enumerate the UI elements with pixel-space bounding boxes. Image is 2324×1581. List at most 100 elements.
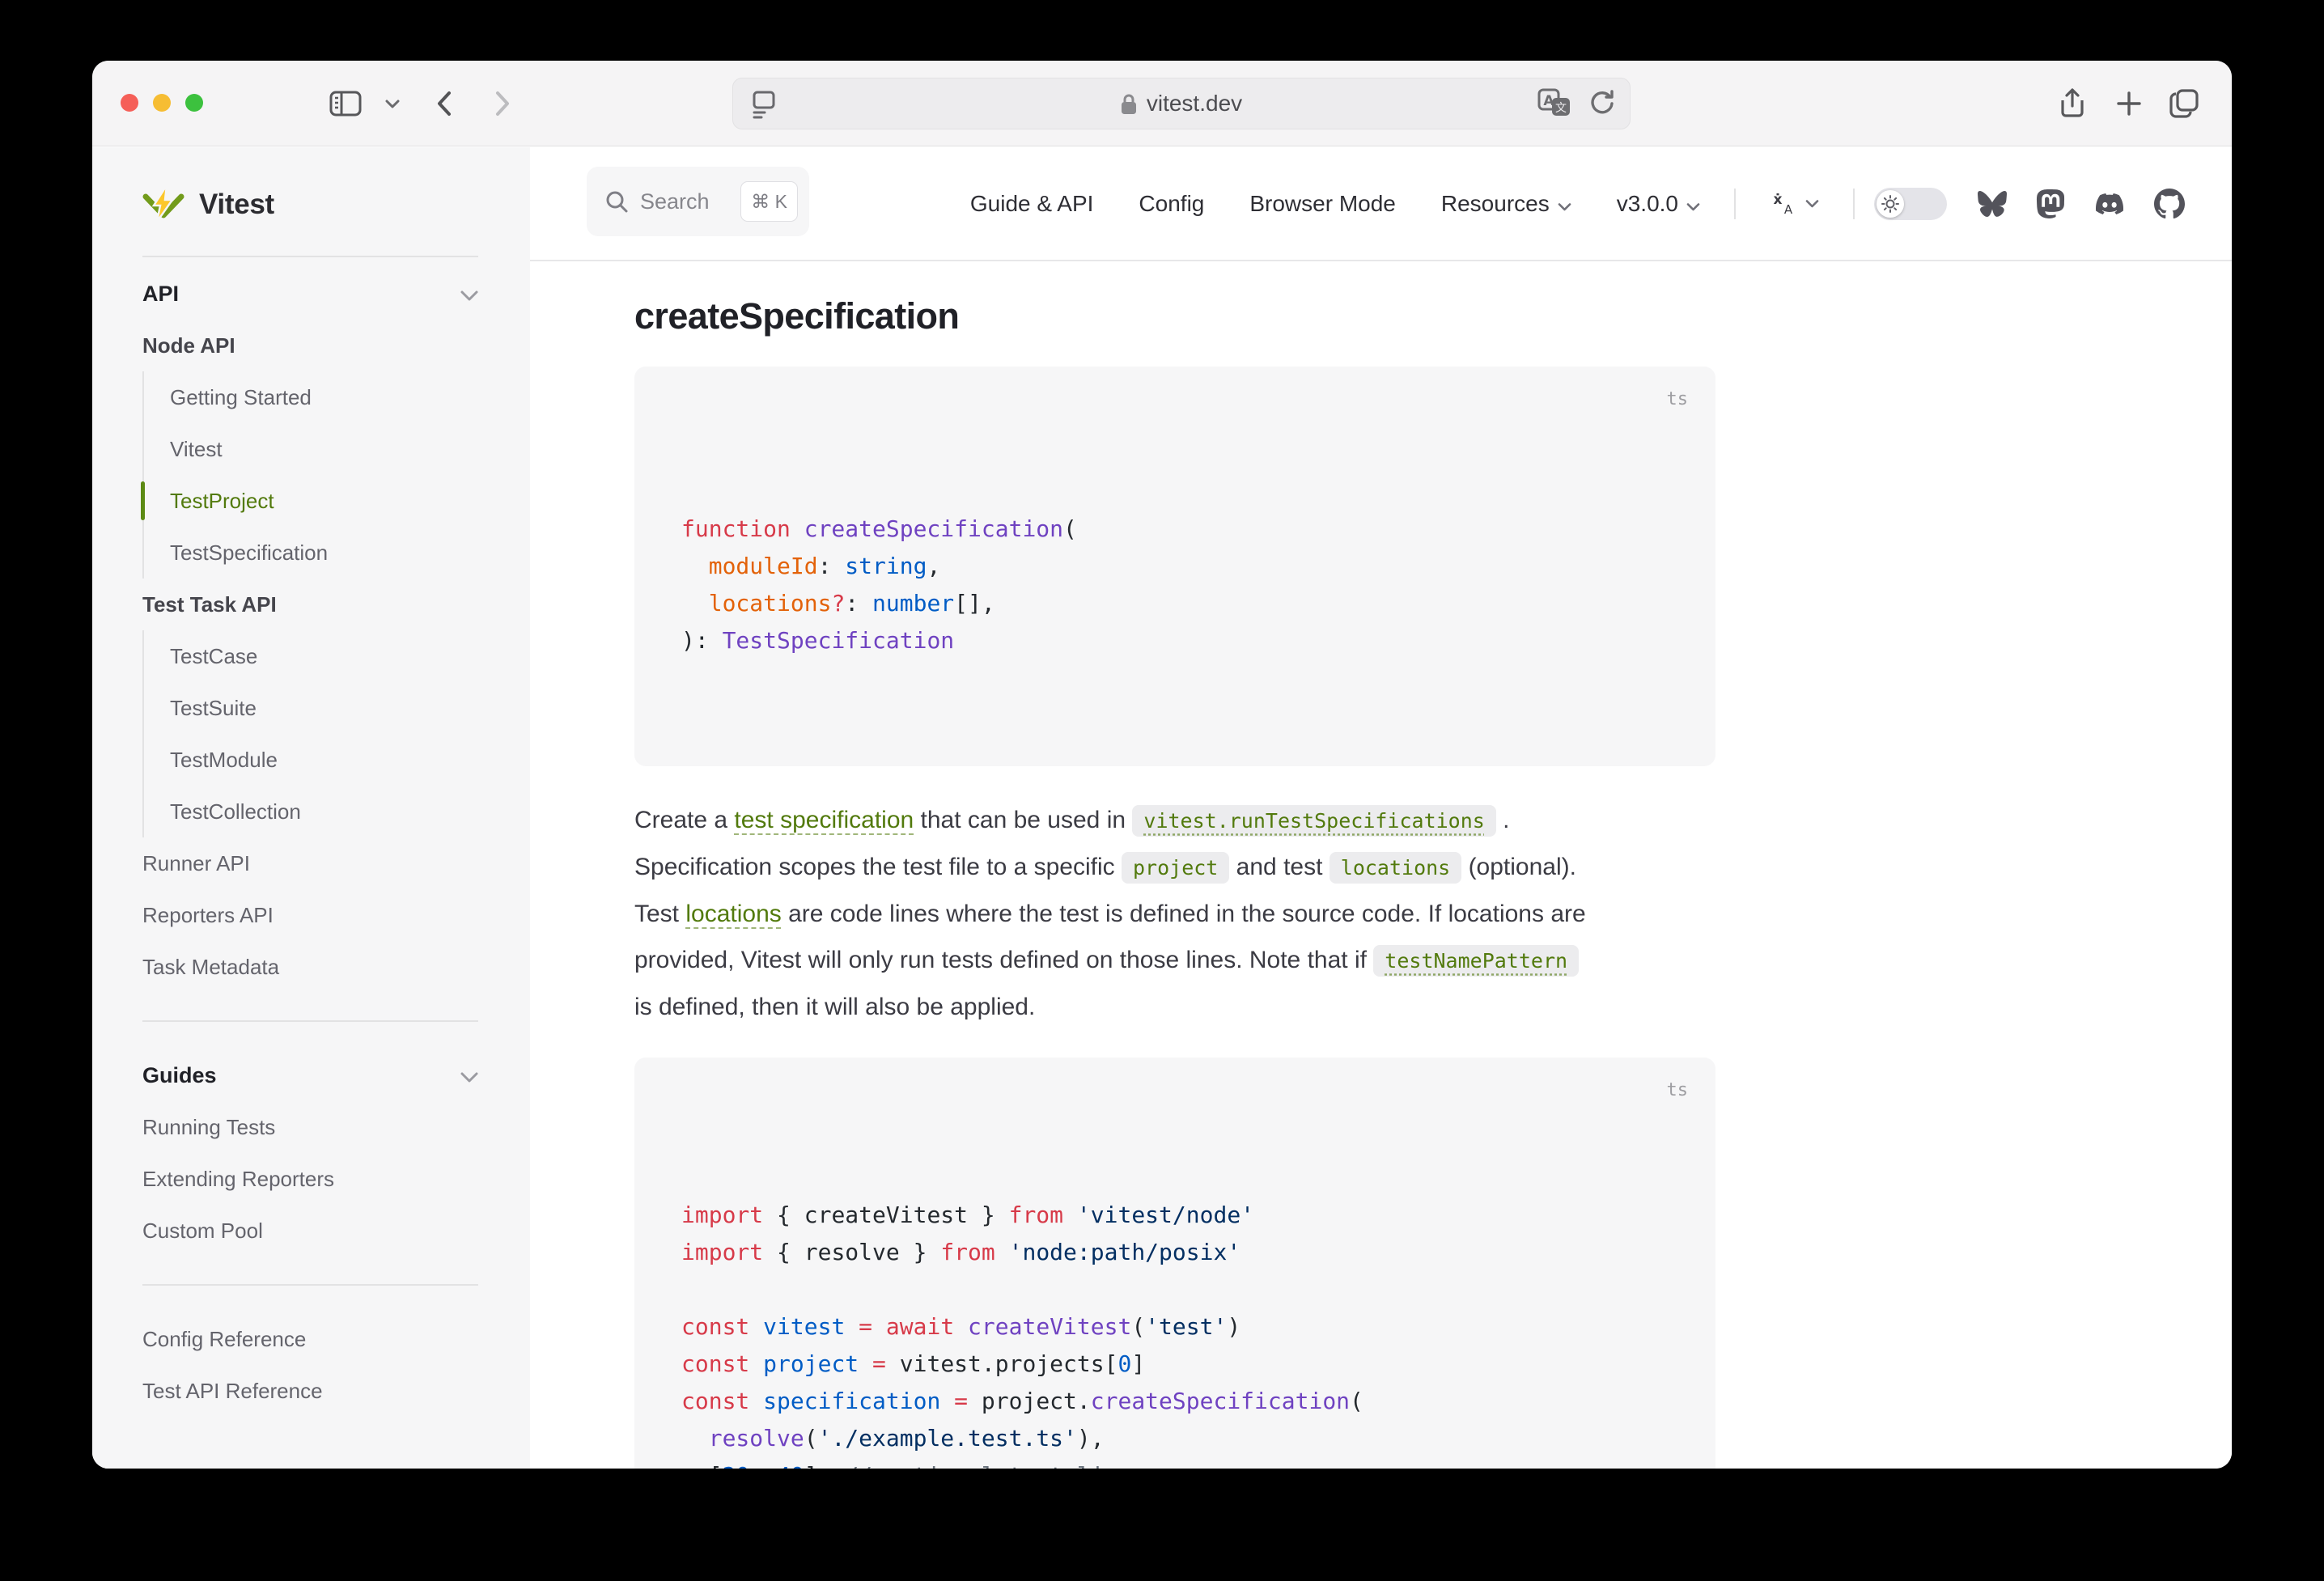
nav-divider bbox=[1734, 189, 1736, 219]
sidebar-item-testcollection[interactable]: TestCollection bbox=[144, 786, 530, 837]
nav-link-label: Guide & API bbox=[970, 191, 1094, 217]
bluesky-link[interactable] bbox=[1976, 189, 2008, 218]
search-shortcut-badge: ⌘ K bbox=[740, 181, 798, 222]
sidebar-item-custom-pool[interactable]: Custom Pool bbox=[142, 1205, 530, 1257]
code-block-example: ts import { createVitest } from 'vitest/… bbox=[634, 1058, 1715, 1469]
mastodon-icon bbox=[2036, 189, 2065, 219]
theme-toggle[interactable] bbox=[1874, 188, 1947, 220]
search-icon bbox=[604, 189, 629, 214]
nav-divider bbox=[1853, 189, 1855, 219]
sidebar-item-running-tests[interactable]: Running Tests bbox=[142, 1101, 530, 1153]
inline-link[interactable]: locations bbox=[685, 901, 781, 927]
nav-link-label: Resources bbox=[1441, 191, 1550, 217]
vitest-logo[interactable]: Vitest bbox=[142, 147, 530, 256]
sun-icon bbox=[1877, 190, 1904, 218]
nav-link-v3-0-0[interactable]: v3.0.0 bbox=[1594, 191, 1723, 217]
inline-code-link[interactable]: testNamePattern bbox=[1373, 945, 1579, 977]
discord-link[interactable] bbox=[2093, 190, 2127, 218]
translate-icon: ẋA bbox=[1770, 190, 1797, 218]
sidebar-item-task-metadata[interactable]: Task Metadata bbox=[142, 941, 530, 993]
sidebar-item-label: Runner API bbox=[142, 851, 250, 876]
sidebar-nested-group: TestCaseTestSuiteTestModuleTestCollectio… bbox=[142, 630, 530, 837]
sidebar-item-testcase[interactable]: TestCase bbox=[144, 630, 530, 682]
nav-link-guide-api[interactable]: Guide & API bbox=[948, 191, 1117, 217]
close-window-button[interactable] bbox=[121, 94, 138, 112]
reload-icon[interactable] bbox=[1588, 89, 1615, 122]
sidebar-item-label: Task Metadata bbox=[142, 955, 279, 980]
sidebar-item-label: Extending Reporters bbox=[142, 1167, 334, 1192]
mastodon-link[interactable] bbox=[2036, 189, 2065, 219]
sidebar-item-test-api-reference[interactable]: Test API Reference bbox=[142, 1365, 530, 1417]
back-button[interactable] bbox=[426, 85, 463, 122]
sidebar-item-label: Custom Pool bbox=[142, 1219, 263, 1244]
tab-overview-button[interactable] bbox=[2165, 85, 2203, 122]
sidebar-item-test-task-api[interactable]: Test Task API bbox=[142, 579, 530, 630]
sidebar-item-getting-started[interactable]: Getting Started bbox=[144, 371, 530, 423]
nav-link-label: v3.0.0 bbox=[1617, 191, 1678, 217]
address-bar[interactable]: vitest.dev A文 bbox=[732, 78, 1631, 129]
code-line: const specification = project.createSpec… bbox=[681, 1383, 1669, 1420]
sidebar-section-divider bbox=[142, 1257, 530, 1313]
sidebar-item-node-api[interactable]: Node API bbox=[142, 320, 530, 371]
chevron-down-icon bbox=[460, 282, 478, 307]
social-links bbox=[1976, 189, 2185, 219]
sidebar-item-testsuite[interactable]: TestSuite bbox=[144, 682, 530, 734]
svg-text:ẋ: ẋ bbox=[1774, 192, 1783, 208]
docs-sidebar: Vitest APINode APIGetting StartedVitestT… bbox=[92, 147, 530, 1469]
inline-code-link[interactable]: vitest.runTestSpecifications bbox=[1132, 805, 1495, 837]
text-run: is defined, then it will also be applied… bbox=[634, 994, 1035, 1020]
nav-link-label: Config bbox=[1139, 191, 1204, 217]
sidebar-item-testmodule[interactable]: TestModule bbox=[144, 734, 530, 786]
discord-icon bbox=[2093, 190, 2127, 218]
sidebar-menu-chevron[interactable] bbox=[374, 85, 411, 122]
minimize-window-button[interactable] bbox=[153, 94, 171, 112]
sidebar-item-reporters-api[interactable]: Reporters API bbox=[142, 889, 530, 941]
sidebar-item-guides[interactable]: Guides bbox=[142, 1049, 530, 1101]
code-line: moduleId: string, bbox=[681, 548, 1669, 585]
code-line: resolve('./example.test.ts'), bbox=[681, 1420, 1669, 1457]
sidebar-item-testspecification[interactable]: TestSpecification bbox=[144, 527, 530, 579]
new-tab-button[interactable] bbox=[2110, 85, 2148, 122]
nav-link-config[interactable]: Config bbox=[1116, 191, 1227, 217]
sidebar-item-config-reference[interactable]: Config Reference bbox=[142, 1313, 530, 1365]
code-lang-badge: ts bbox=[1667, 381, 1689, 418]
window-controls bbox=[121, 94, 203, 112]
code-line bbox=[681, 1271, 1669, 1308]
code-block-signature: ts function createSpecification( moduleI… bbox=[634, 367, 1715, 766]
forward-button[interactable] bbox=[484, 85, 521, 122]
code-line: const project = vitest.projects[0] bbox=[681, 1346, 1669, 1383]
svg-text:A: A bbox=[1784, 202, 1793, 217]
vitest-logo-icon bbox=[142, 184, 184, 225]
browser-toolbar: vitest.dev A文 bbox=[92, 61, 2232, 146]
language-menu-button[interactable]: ẋA bbox=[1747, 190, 1842, 218]
sidebar-item-label: Config Reference bbox=[142, 1327, 306, 1352]
code-line: [20, 40], // optional test lines bbox=[681, 1457, 1669, 1469]
sidebar-item-label: Guides bbox=[142, 1063, 217, 1088]
inline-link[interactable]: test specification bbox=[734, 807, 914, 833]
sidebar-item-extending-reporters[interactable]: Extending Reporters bbox=[142, 1153, 530, 1205]
site-title: Vitest bbox=[199, 189, 274, 221]
sidebar-toggle-button[interactable] bbox=[327, 85, 364, 122]
nav-link-resources[interactable]: Resources bbox=[1419, 191, 1594, 217]
nav-link-browser-mode[interactable]: Browser Mode bbox=[1227, 191, 1419, 217]
search-placeholder: Search bbox=[640, 189, 729, 214]
sidebar-item-vitest[interactable]: Vitest bbox=[144, 423, 530, 475]
code-line: import { createVitest } from 'vitest/nod… bbox=[681, 1197, 1669, 1234]
description-paragraph: Create a test specification that can be … bbox=[634, 797, 1715, 1030]
sidebar-nested-group: Getting StartedVitestTestProjectTestSpec… bbox=[142, 371, 530, 579]
code-line: locations?: number[], bbox=[681, 585, 1669, 622]
zoom-window-button[interactable] bbox=[185, 94, 203, 112]
inline-code: locations bbox=[1330, 852, 1461, 884]
inline-code: project bbox=[1122, 852, 1229, 884]
lock-icon bbox=[1121, 93, 1137, 115]
sidebar-item-runner-api[interactable]: Runner API bbox=[142, 837, 530, 889]
github-link[interactable] bbox=[2154, 189, 2185, 219]
translate-page-icon[interactable]: A文 bbox=[1537, 88, 1573, 123]
share-button[interactable] bbox=[2054, 85, 2091, 122]
code-line: ): TestSpecification bbox=[681, 622, 1669, 659]
sidebar-item-label: Test Task API bbox=[142, 592, 277, 617]
chevron-down-icon bbox=[1558, 191, 1571, 217]
sidebar-item-api[interactable]: API bbox=[142, 268, 530, 320]
search-input[interactable]: Search ⌘ K bbox=[587, 167, 809, 236]
sidebar-item-testproject[interactable]: TestProject bbox=[144, 475, 530, 527]
